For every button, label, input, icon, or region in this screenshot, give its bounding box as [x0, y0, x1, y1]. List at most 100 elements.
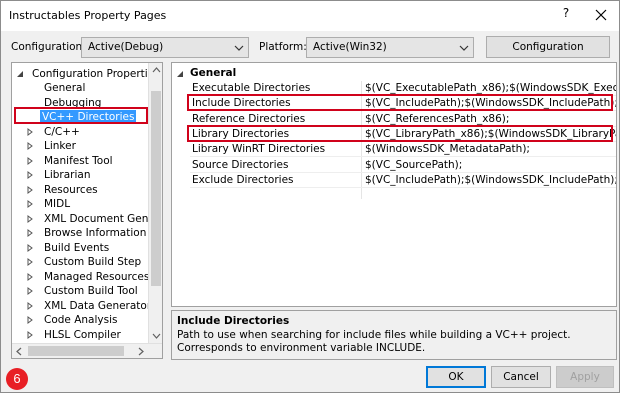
tree-item-label: Custom Build Tool	[44, 285, 138, 297]
expand-icon[interactable]	[26, 214, 34, 223]
grid-section-label: General	[190, 67, 237, 79]
description-title: Include Directories	[177, 315, 290, 327]
tree-item[interactable]: C/C++	[26, 125, 148, 140]
tree-root-configuration-properties[interactable]: Configuration Properties	[16, 67, 160, 82]
scroll-thumb[interactable]	[28, 346, 124, 356]
tree-item-label: Linker	[44, 140, 76, 152]
tree-item-label: Browse Information	[44, 227, 147, 239]
expand-icon[interactable]	[26, 200, 34, 208]
expand-icon[interactable]	[26, 243, 34, 252]
tree-item[interactable]: Librarian	[26, 168, 148, 183]
platform-value: Active(Win32)	[313, 41, 387, 53]
tree-item[interactable]: VC++ Directories	[26, 110, 148, 125]
tree-item[interactable]: XML Document Genera	[26, 212, 162, 227]
tree-item-label: General	[44, 82, 86, 94]
grid-section-general[interactable]: General	[172, 67, 616, 81]
grid-row[interactable]: Include Directories $(VC_IncludePath);$(W…	[190, 96, 616, 112]
tree-item[interactable]: Debugging	[26, 96, 148, 111]
tree-item[interactable]: Browse Information	[26, 226, 148, 241]
tree-item[interactable]: MIDL	[26, 197, 148, 212]
configuration-dropdown[interactable]: Active(Debug)	[81, 37, 249, 58]
chevron-down-icon	[234, 45, 244, 51]
property-name: Source Directories	[192, 158, 289, 171]
configuration-manager-button[interactable]: Configuration Manager...	[486, 36, 610, 73]
scroll-thumb[interactable]	[151, 91, 161, 286]
expand-icon[interactable]	[26, 272, 34, 281]
tree-item[interactable]: Resources	[26, 183, 148, 198]
expand-icon[interactable]	[26, 142, 34, 150]
grid-row[interactable]: Reference Directories $(VC_ReferencesPath…	[190, 112, 616, 127]
collapse-icon[interactable]	[176, 70, 184, 78]
grid-row[interactable]: Exclude Directories $(VC_IncludePath);$(W…	[190, 173, 616, 188]
grid-row[interactable]: Library WinRT Directories $(WindowsSDK_Me…	[190, 142, 616, 158]
expand-icon[interactable]	[26, 316, 34, 324]
tree-item-label: HLSL Compiler	[44, 328, 121, 341]
scroll-up-icon[interactable]	[149, 63, 163, 78]
step-number-badge: 6	[6, 368, 28, 390]
expand-icon[interactable]	[26, 156, 34, 165]
property-value[interactable]: $(VC_SourcePath);	[365, 159, 462, 171]
scroll-right-icon[interactable]	[133, 344, 148, 359]
property-value[interactable]: $(VC_IncludePath);$(WindowsSDK_IncludePa…	[365, 97, 616, 109]
property-name: Exclude Directories	[192, 173, 294, 186]
property-value[interactable]: $(WindowsSDK_MetadataPath);	[365, 143, 530, 155]
collapse-icon[interactable]	[16, 70, 24, 78]
tree-item[interactable]: HLSL Compiler	[26, 328, 148, 343]
tree-item[interactable]: Custom Build Step	[26, 255, 148, 270]
tree-item-label: Manifest Tool	[44, 154, 113, 167]
tree-item[interactable]: Code Analysis	[26, 313, 148, 328]
scroll-down-icon[interactable]	[149, 328, 163, 343]
platform-label: Platform:	[259, 41, 307, 53]
property-name: Reference Directories	[192, 112, 306, 125]
platform-dropdown[interactable]: Active(Win32)	[306, 37, 474, 58]
expand-icon[interactable]	[26, 127, 34, 136]
property-name: Include Directories	[192, 97, 291, 110]
tree-item-label: Managed Resources	[44, 270, 150, 283]
expand-icon[interactable]	[26, 229, 34, 237]
close-button[interactable]	[591, 5, 611, 25]
ok-button[interactable]: OK	[426, 366, 486, 388]
grid-row[interactable]: Library Directories $(VC_LibraryPath_x86)…	[190, 127, 616, 142]
tree-item-label: VC++ Directories	[40, 110, 137, 124]
property-value[interactable]: $(VC_ReferencesPath_x86);	[365, 113, 509, 125]
expand-icon[interactable]	[26, 287, 34, 295]
expand-icon[interactable]	[26, 171, 34, 179]
tree-item-label: Configuration Properties	[32, 68, 160, 80]
tree-item[interactable]: Manifest Tool	[26, 154, 148, 169]
close-icon	[595, 9, 607, 21]
tree-item-label: Resources	[44, 183, 98, 196]
grid-row[interactable]: Executable Directories $(VC_ExecutablePat…	[190, 81, 616, 96]
expand-icon[interactable]	[26, 258, 34, 266]
property-value[interactable]: $(VC_IncludePath);$(WindowsSDK_IncludePa…	[365, 174, 616, 186]
property-name: Library WinRT Directories	[192, 143, 326, 156]
tree-item[interactable]: Build Events	[26, 241, 148, 256]
tree-item-label: XML Document Genera	[44, 212, 163, 225]
tree-item[interactable]: General	[26, 81, 148, 96]
tree-item[interactable]: Linker	[26, 139, 148, 154]
tree-item-label: Librarian	[44, 169, 91, 181]
property-value[interactable]: $(VC_ExecutablePath_x86);$(WindowsSDK_Ex…	[365, 82, 616, 94]
expand-icon[interactable]	[26, 185, 34, 194]
tree-item-label: MIDL	[44, 198, 71, 210]
property-value[interactable]: $(VC_LibraryPath_x86);$(WindowsSDK_Libra…	[365, 128, 616, 140]
tree-item-label: C/C++	[44, 125, 80, 138]
tree-item[interactable]: Custom Build Tool	[26, 284, 148, 299]
description-text: Path to use when searching for include f…	[177, 329, 571, 354]
configuration-value: Active(Debug)	[88, 41, 164, 53]
tree-item[interactable]: XML Data Generator To	[26, 299, 162, 314]
tree-item-label: Code Analysis	[44, 314, 118, 326]
help-button[interactable]: ?	[557, 6, 575, 24]
tree-vertical-scrollbar[interactable]	[148, 63, 163, 343]
expand-icon[interactable]	[26, 330, 34, 339]
tree-item-label: XML Data Generator To	[44, 299, 163, 312]
cancel-button[interactable]: Cancel	[491, 366, 551, 388]
grid-row[interactable]: Source Directories $(VC_SourcePath);	[190, 158, 616, 173]
tree-item[interactable]: Managed Resources	[26, 270, 150, 285]
scroll-left-icon[interactable]	[12, 344, 27, 359]
apply-button[interactable]: Apply	[556, 366, 614, 388]
tree-horizontal-scrollbar[interactable]	[12, 343, 162, 359]
tree-item-label: Debugging	[44, 96, 102, 109]
property-name: Executable Directories	[192, 82, 311, 94]
expand-icon[interactable]	[26, 301, 34, 310]
title-bar: Instructables Property Pages ?	[1, 1, 619, 31]
